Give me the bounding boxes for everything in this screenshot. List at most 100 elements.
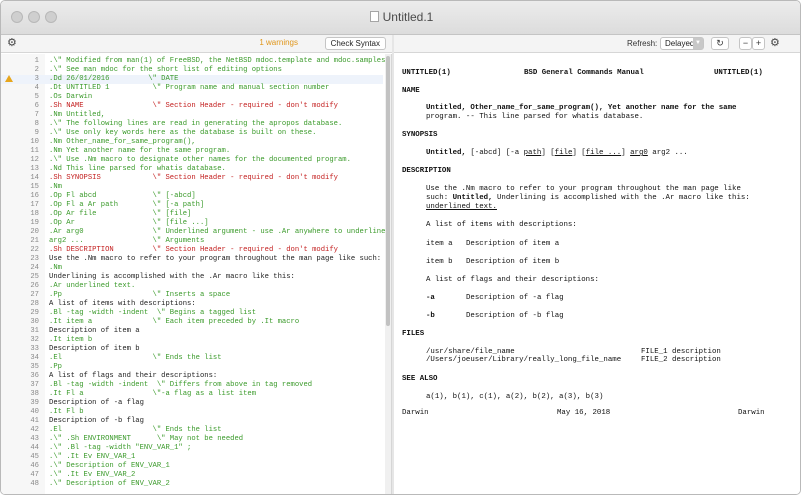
line-code: .\" .It Ev ENV_VAR_1 [49, 453, 136, 461]
editor-line[interactable]: 10 .Nm Other_name_for_same_program(), [1, 138, 383, 147]
editor-line[interactable]: 16 .Op Fl abcd \" [-abcd] [1, 192, 383, 201]
editor-line[interactable]: 19 .Op Ar \" [file ...] [1, 219, 383, 228]
line-number: 17 [30, 201, 39, 209]
line-code: .It item a \" Each item preceded by .It … [49, 318, 300, 326]
editor-line[interactable]: 21 arg2 ... \" Arguments [1, 237, 383, 246]
editor-line[interactable]: 36 A list of flags and their descriptions… [1, 372, 383, 381]
zoom-in-button[interactable]: + [752, 37, 765, 50]
preview-toolbar: Refresh: Delayed ▼ ↻ − + ⚙ [394, 35, 800, 53]
editor-line[interactable]: 39 Description of -a flag [1, 399, 383, 408]
editor-line[interactable]: 25 Underlining is accomplished with the .… [1, 273, 383, 282]
editor-line[interactable]: 32 .It item b [1, 336, 383, 345]
editor-line[interactable]: 46 .\" Description of ENV_VAR_1 [1, 462, 383, 471]
editor-line[interactable]: 22 .Sh DESCRIPTION \" Section Header - re… [1, 246, 383, 255]
editor-line[interactable]: 3 .Dd 26/01/2016 \" DATE [1, 75, 383, 84]
editor-line[interactable]: 35 .Pp [1, 363, 383, 372]
flags-intro: A list of flags and their descriptions: [426, 276, 599, 284]
editor-line[interactable]: 37 .Bl -tag -width -indent \" Differs fro… [1, 381, 383, 390]
line-code: .Sh DESCRIPTION \" Section Header - requ… [49, 246, 338, 254]
editor-line[interactable]: 1 .\" Modified from man(1) of FreeBSD, th… [1, 57, 390, 66]
editor-line[interactable]: 11 .Nm Yet another name for the same prog… [1, 147, 383, 156]
editor-line[interactable]: 7 .Nm Untitled, [1, 111, 383, 120]
zoom-out-button[interactable]: − [739, 37, 752, 50]
editor-line[interactable]: 8 .\" The following lines are read in gen… [1, 120, 383, 129]
section-description-heading: DESCRIPTION [402, 167, 451, 175]
editor-line[interactable]: 14 .Sh SYNOPSIS \" Section Header - requi… [1, 174, 383, 183]
line-code: .Os Darwin [49, 93, 93, 101]
line-code: .\" Description of ENV_VAR_1 [49, 462, 170, 470]
line-number: 7 [34, 111, 39, 119]
synopsis-opt2-close: ] [541, 149, 546, 157]
line-number: 1 [34, 57, 39, 65]
editor-line[interactable]: 41 Description of -b flag [1, 417, 383, 426]
line-code: .\" .It Ev ENV_VAR_2 [49, 471, 136, 479]
editor-line[interactable]: 6 .Sh NAME \" Section Header - required -… [1, 102, 383, 111]
check-syntax-button[interactable]: Check Syntax [324, 37, 386, 50]
editor-line[interactable]: 43 .\" .Sh ENVIRONMENT \" May not be need… [1, 435, 383, 444]
editor-line[interactable]: 9 .\" Use only key words here as the data… [1, 129, 383, 138]
editor-scrollbar[interactable] [385, 54, 391, 494]
warning-icon[interactable] [5, 75, 13, 82]
editor-line[interactable]: 44 .\" .Bl -tag -width "ENV_VAR_1" ; [1, 444, 383, 453]
gear-icon[interactable]: ⚙ [7, 35, 17, 51]
editor-line[interactable]: 5 .Os Darwin [1, 93, 383, 102]
editor-line[interactable]: 26 .Ar underlined text. [1, 282, 383, 291]
editor-line[interactable]: 24 .Nm [1, 264, 383, 273]
editor-line[interactable]: 47 .\" .It Ev ENV_VAR_2 [1, 471, 383, 480]
editor-line[interactable]: 30 .It item a \" Each item preceded by .I… [1, 318, 383, 327]
section-see-also-heading: SEE ALSO [402, 375, 438, 383]
line-code: Use the .Nm macro to refer to your progr… [49, 255, 382, 263]
editor-line[interactable]: 18 .Op Ar file \" [file] [1, 210, 383, 219]
synopsis-opt2: [-a [505, 149, 520, 157]
editor-line[interactable]: 17 .Op Fl a Ar path \" [-a path] [1, 201, 383, 210]
line-number: 11 [30, 147, 39, 155]
editor-line[interactable]: 31 Description of item a [1, 327, 383, 336]
footer-center: May 16, 2018 [557, 409, 611, 417]
editor-line[interactable]: 42 .El \" Ends the list [1, 426, 383, 435]
editor-line[interactable]: 4 .Dt UNTITLED 1 \" Program name and manu… [1, 84, 383, 93]
gear-icon[interactable]: ⚙ [770, 35, 780, 51]
editor-line[interactable]: 29 .Bl -tag -width -indent \" Begins a ta… [1, 309, 383, 318]
line-code: .Op Fl a Ar path \" [-a path] [49, 201, 205, 209]
line-number: 14 [30, 174, 39, 182]
app-window: Untitled.1 ⚙ 1 warnings Check Syntax Ref… [0, 0, 801, 495]
line-number: 9 [34, 129, 39, 137]
desc-line-2: such: Untitled, Underlining is accomplis… [426, 194, 750, 203]
editor-line[interactable]: 2 .\" See man mdoc for the short list of … [1, 66, 383, 75]
line-number: 28 [30, 300, 39, 308]
editor-line[interactable]: 12 .\" Use .Nm macro to designate other n… [1, 156, 383, 165]
refresh-button[interactable]: ↻ [711, 37, 729, 50]
warnings-count[interactable]: 1 warnings [259, 38, 298, 47]
line-number: 29 [30, 309, 39, 317]
editor-line[interactable]: 40 .It Fl b [1, 408, 383, 417]
editor-line[interactable]: 38 .It Fl a \"-a flag as a list item [1, 390, 383, 399]
line-code: .Nm [49, 264, 62, 272]
source-editor[interactable]: 1 .\" Modified from man(1) of FreeBSD, th… [1, 54, 392, 494]
section-synopsis-heading: SYNOPSIS [402, 131, 438, 139]
window-title: Untitled.1 [1, 10, 800, 24]
line-number: 42 [30, 426, 39, 434]
line-number: 26 [30, 282, 39, 290]
editor-line[interactable]: 27 .Pp \" Inserts a space [1, 291, 383, 300]
editor-line[interactable]: 20 .Ar arg0 \" Underlined argument - use … [1, 228, 385, 237]
footer-right: Darwin [738, 409, 765, 417]
editor-line[interactable]: 45 .\" .It Ev ENV_VAR_1 [1, 453, 383, 462]
line-number: 33 [30, 345, 39, 353]
editor-line[interactable]: 13 .Nd This line parsed for whatis databa… [1, 165, 383, 174]
editor-line[interactable]: 34 .El \" Ends the list [1, 354, 383, 363]
line-number: 2 [34, 66, 39, 74]
desc-line-2c: Underlining is accomplished with the .Ar… [496, 194, 750, 202]
line-code: .Op Ar file \" [file] [49, 210, 192, 218]
line-code: .Bl -tag -width -indent \" Differs from … [49, 381, 313, 389]
man-page-preview: UNTITLED(1) BSD General Commands Manual … [394, 54, 800, 494]
refresh-select[interactable]: Delayed ▼ [660, 37, 704, 50]
editor-line[interactable]: 48 .\" Description of ENV_VAR_2 [1, 480, 383, 489]
editor-line[interactable]: 15 .Nm [1, 183, 383, 192]
editor-line[interactable]: 28 A list of items with descriptions: [1, 300, 383, 309]
editor-scroll-thumb[interactable] [386, 56, 390, 326]
editor-line[interactable]: 33 Description of item b [1, 345, 383, 354]
line-number: 46 [30, 462, 39, 470]
editor-line[interactable]: 23 Use the .Nm macro to refer to your pro… [1, 255, 383, 264]
line-code: .Bl -tag -width -indent \" Begins a tagg… [49, 309, 257, 317]
synopsis-opt3-close: ] [572, 149, 577, 157]
